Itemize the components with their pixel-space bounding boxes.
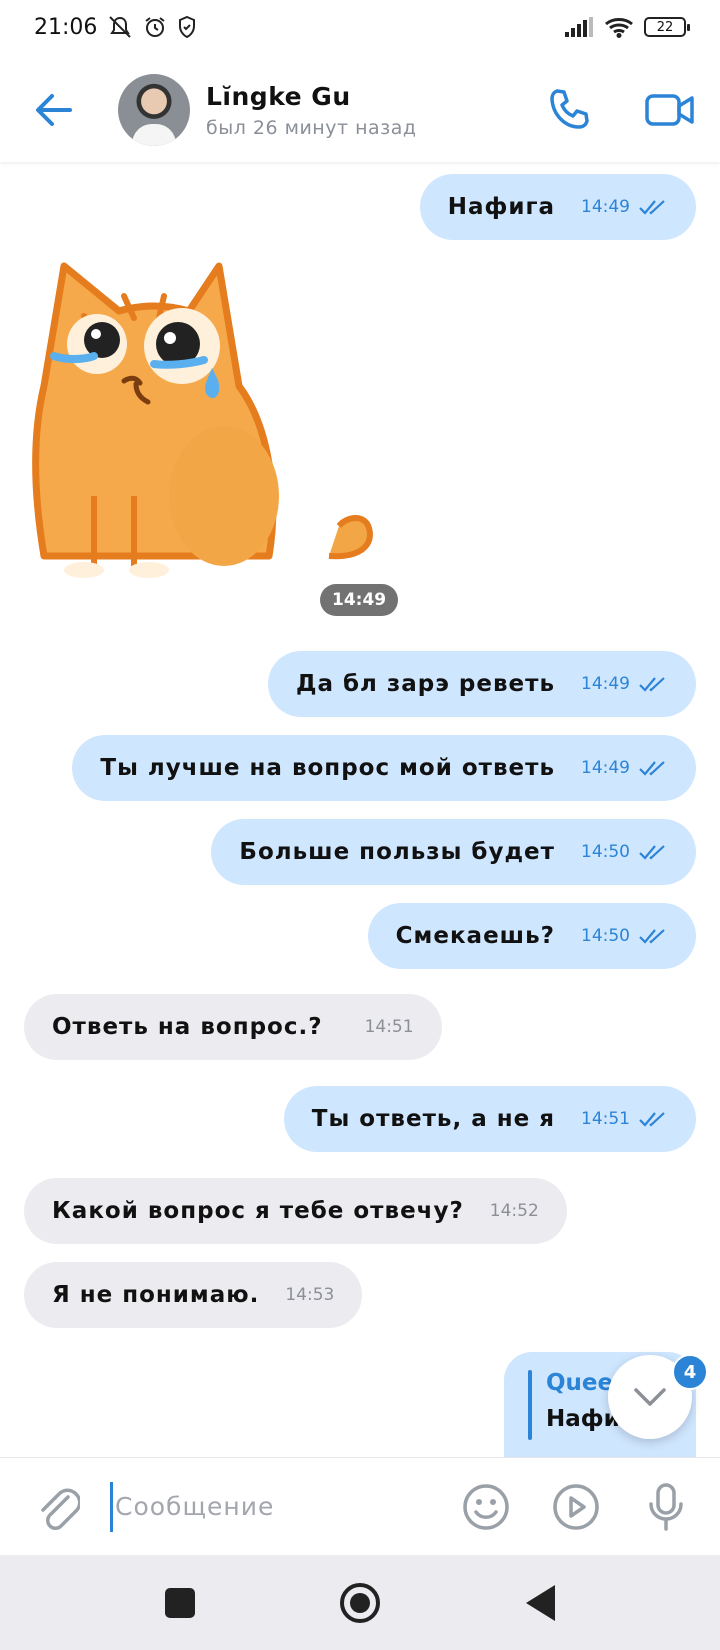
- chevron-down-icon: [634, 1388, 666, 1406]
- message-text: Какой вопрос я тебе отвечу?: [52, 1198, 464, 1224]
- emoji-button[interactable]: [456, 1477, 516, 1537]
- paperclip-icon: [41, 1488, 80, 1530]
- message-time: 14:49: [581, 758, 630, 778]
- message-text: Больше пользы будет: [239, 839, 555, 865]
- message-time: 14:49: [581, 674, 630, 694]
- message-text: Ответь на вопрос.?: [52, 1014, 323, 1040]
- play-circle-icon: [553, 1483, 599, 1530]
- sticker-time: 14:49: [320, 584, 399, 616]
- sticker-crying-cat[interactable]: [24, 256, 394, 586]
- message-text: Нафига: [447, 194, 555, 220]
- status-bar: 21:06 22: [0, 0, 720, 54]
- silent-bell-icon: [107, 15, 133, 39]
- back-button[interactable]: [22, 78, 86, 142]
- arrow-left-icon: [36, 94, 72, 126]
- message-list[interactable]: Нафига 14:49 14:49 Да бл зарэ реветь 14:…: [0, 162, 720, 1457]
- shield-icon: [177, 15, 197, 39]
- message-text: Ты ответь, а не я: [311, 1106, 555, 1132]
- message-composer: [0, 1457, 720, 1555]
- contact-info[interactable]: Lĭngke Gu был 26 минут назад: [206, 82, 417, 139]
- status-time: 21:06: [34, 14, 98, 40]
- message-time: 14:49: [581, 197, 630, 217]
- alarm-icon: [143, 15, 167, 39]
- message-outgoing[interactable]: Да бл зарэ реветь 14:49: [267, 651, 696, 717]
- message-outgoing[interactable]: Ты лучше на вопрос мой ответь 14:49: [72, 735, 696, 801]
- voice-call-button[interactable]: [540, 80, 600, 140]
- message-incoming[interactable]: Ответь на вопрос.? 14:51: [24, 994, 442, 1060]
- back-nav-button[interactable]: [510, 1573, 570, 1633]
- reply-quote-bar: [528, 1370, 532, 1440]
- message-outgoing[interactable]: Больше пользы будет 14:50: [211, 819, 696, 885]
- message-input[interactable]: [110, 1481, 440, 1532]
- avatar[interactable]: [118, 74, 190, 146]
- message-incoming[interactable]: Какой вопрос я тебе отвечу? 14:52: [24, 1178, 567, 1244]
- message-time: 14:52: [489, 1201, 539, 1221]
- home-button[interactable]: [330, 1573, 390, 1633]
- message-text: Да бл зарэ реветь: [295, 671, 555, 697]
- double-check-icon: [638, 928, 668, 944]
- double-check-icon: [638, 676, 668, 692]
- message-text: Я не понимаю.: [52, 1282, 260, 1308]
- contact-name: Lĭngke Gu: [206, 81, 351, 111]
- message-time: 14:51: [364, 1017, 414, 1037]
- square-icon: [165, 1587, 195, 1618]
- video-call-button[interactable]: [640, 80, 700, 140]
- double-check-icon: [638, 760, 668, 776]
- voice-message-button[interactable]: [636, 1477, 696, 1537]
- unread-count-badge: 4: [672, 1354, 708, 1390]
- recents-button[interactable]: [150, 1573, 210, 1633]
- message-text: Ты лучше на вопрос мой ответь: [100, 755, 555, 781]
- attach-button[interactable]: [28, 1477, 88, 1537]
- chat-header: Lĭngke Gu был 26 минут назад: [0, 58, 720, 162]
- signal-icon: [564, 16, 594, 38]
- video-camera-icon: [645, 94, 694, 126]
- home-circle-icon: [340, 1582, 380, 1623]
- triangle-back-icon: [526, 1584, 555, 1621]
- double-check-icon: [638, 199, 668, 215]
- message-outgoing[interactable]: Нафига 14:49: [419, 174, 696, 240]
- system-navigation-bar: [0, 1555, 720, 1650]
- message-text: Смекаешь?: [395, 923, 555, 949]
- smiley-icon: [463, 1483, 509, 1530]
- message-time: 14:50: [581, 842, 630, 862]
- contact-last-seen: был 26 минут назад: [206, 116, 417, 139]
- message-time: 14:51: [581, 1109, 630, 1129]
- battery-indicator: 22: [644, 17, 690, 37]
- message-outgoing[interactable]: Смекаешь? 14:50: [367, 903, 696, 969]
- double-check-icon: [638, 1111, 668, 1127]
- message-time: 14:50: [581, 926, 630, 946]
- double-check-icon: [638, 844, 668, 860]
- message-time: 14:53: [285, 1285, 335, 1305]
- message-outgoing[interactable]: Ты ответь, а не я 14:51: [283, 1086, 696, 1152]
- message-incoming[interactable]: Я не понимаю. 14:53: [24, 1262, 363, 1328]
- phone-icon: [550, 89, 589, 129]
- video-message-button[interactable]: [546, 1477, 606, 1537]
- microphone-icon: [649, 1482, 683, 1531]
- wifi-icon: [604, 16, 634, 38]
